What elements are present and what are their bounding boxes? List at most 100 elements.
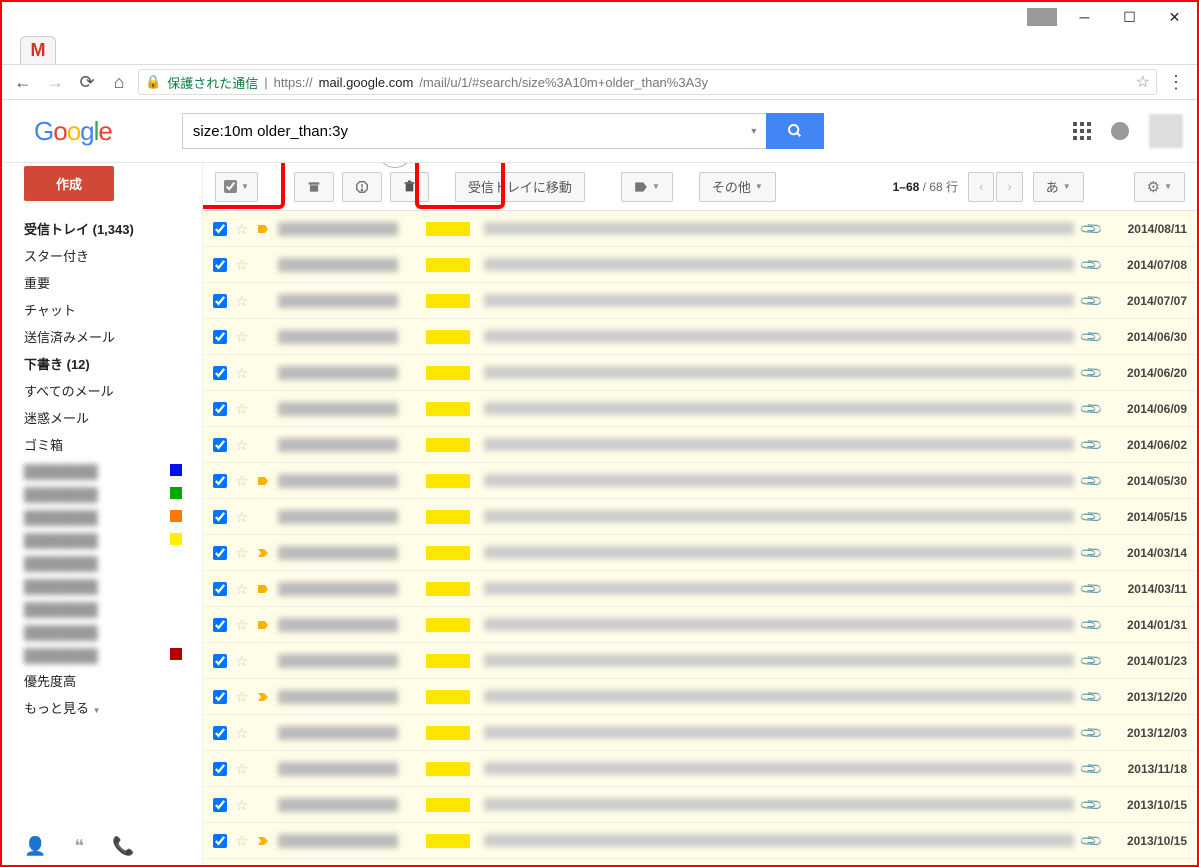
gmail-tab[interactable]: M <box>20 36 56 64</box>
url-field[interactable]: 🔒 保護された通信 | https://mail.google.com/mail… <box>138 69 1157 95</box>
search-options-dropdown[interactable]: ▼ <box>742 113 766 149</box>
mail-row[interactable]: ☆📎2014/06/20 <box>203 355 1197 391</box>
row-checkbox[interactable] <box>213 618 227 632</box>
sidebar-label-blurred[interactable]: ████████ <box>24 621 194 644</box>
sidebar-label-blurred[interactable]: ████████ <box>24 598 194 621</box>
hangouts-icon[interactable]: ❝ <box>74 836 84 857</box>
mail-row[interactable]: ☆📎2013/10/11 <box>203 859 1197 865</box>
more-button[interactable]: その他▼ <box>699 172 776 202</box>
back-button[interactable]: ← <box>10 69 36 95</box>
maximize-button[interactable]: ☐ <box>1107 2 1152 32</box>
reload-button[interactable]: ⟳ <box>74 69 100 95</box>
row-checkbox[interactable] <box>213 762 227 776</box>
mail-row[interactable]: ☆📎2013/10/15 <box>203 787 1197 823</box>
star-icon[interactable]: ☆ <box>235 544 248 562</box>
search-button[interactable] <box>766 113 824 149</box>
sidebar-more[interactable]: もっと見る ▼ <box>24 694 194 721</box>
sidebar-item[interactable]: チャット <box>24 296 194 323</box>
row-checkbox[interactable] <box>213 258 227 272</box>
star-icon[interactable]: ☆ <box>235 796 248 814</box>
sidebar-label-blurred[interactable]: ████████ <box>24 483 194 506</box>
mail-row[interactable]: ☆📎2014/07/08 <box>203 247 1197 283</box>
labels-button[interactable]: ▼ <box>621 172 673 202</box>
star-icon[interactable]: ☆ <box>235 256 248 274</box>
star-icon[interactable]: ☆ <box>235 364 248 382</box>
mail-row[interactable]: ☆📎2014/08/11 <box>203 211 1197 247</box>
mail-row[interactable]: ☆📎2014/06/02 <box>203 427 1197 463</box>
sidebar-priority[interactable]: 優先度高 <box>24 667 194 694</box>
archive-button[interactable] <box>294 172 334 202</box>
row-checkbox[interactable] <box>213 834 227 848</box>
prev-page-button[interactable]: ‹ <box>968 172 994 202</box>
sidebar-label-blurred[interactable]: ████████ <box>24 575 194 598</box>
mail-row[interactable]: ☆📎2013/11/18 <box>203 751 1197 787</box>
person-icon[interactable]: 👤 <box>24 836 46 857</box>
row-checkbox[interactable] <box>213 798 227 812</box>
row-checkbox[interactable] <box>213 690 227 704</box>
mail-row[interactable]: ☆📎2014/03/14 <box>203 535 1197 571</box>
sidebar-label-blurred[interactable]: ████████ <box>24 506 194 529</box>
mail-row[interactable]: ☆📎2013/10/15 <box>203 823 1197 859</box>
sidebar-label-blurred[interactable]: ████████ <box>24 552 194 575</box>
mail-row[interactable]: ☆📎2014/07/07 <box>203 283 1197 319</box>
sidebar-item[interactable]: スター付き <box>24 242 194 269</box>
profile-avatar[interactable] <box>1149 114 1183 148</box>
star-icon[interactable]: ☆ <box>235 688 248 706</box>
bookmark-star-icon[interactable]: ☆ <box>1136 72 1150 92</box>
star-icon[interactable]: ☆ <box>235 652 248 670</box>
phone-icon[interactable]: 📞 <box>112 836 134 857</box>
row-checkbox[interactable] <box>213 474 227 488</box>
star-icon[interactable]: ☆ <box>235 508 248 526</box>
row-checkbox[interactable] <box>213 582 227 596</box>
input-method-button[interactable]: あ▼ <box>1033 172 1084 202</box>
forward-button[interactable]: → <box>42 69 68 95</box>
mail-row[interactable]: ☆📎2014/01/23 <box>203 643 1197 679</box>
close-button[interactable]: ✕ <box>1152 2 1197 32</box>
notifications-icon[interactable] <box>1111 122 1129 140</box>
mail-row[interactable]: ☆📎2013/12/03 <box>203 715 1197 751</box>
mail-row[interactable]: ☆📎2014/01/31 <box>203 607 1197 643</box>
row-checkbox[interactable] <box>213 438 227 452</box>
star-icon[interactable]: ☆ <box>235 760 248 778</box>
mail-row[interactable]: ☆📎2014/03/11 <box>203 571 1197 607</box>
next-page-button[interactable]: › <box>996 172 1022 202</box>
sidebar-item[interactable]: ゴミ箱 <box>24 431 194 458</box>
star-icon[interactable]: ☆ <box>235 220 248 238</box>
google-logo[interactable]: Google <box>34 116 112 147</box>
star-icon[interactable]: ☆ <box>235 328 248 346</box>
mail-row[interactable]: ☆📎2014/05/15 <box>203 499 1197 535</box>
sidebar-item[interactable]: すべてのメール <box>24 377 194 404</box>
mail-row[interactable]: ☆📎2014/06/09 <box>203 391 1197 427</box>
row-checkbox[interactable] <box>213 654 227 668</box>
row-checkbox[interactable] <box>213 330 227 344</box>
sidebar-item[interactable]: 下書き (12) <box>24 350 194 377</box>
row-checkbox[interactable] <box>213 222 227 236</box>
row-checkbox[interactable] <box>213 546 227 560</box>
row-checkbox[interactable] <box>213 366 227 380</box>
spam-button[interactable] <box>342 172 382 202</box>
compose-button[interactable]: 作成 <box>24 166 114 201</box>
star-icon[interactable]: ☆ <box>235 832 248 850</box>
sidebar-item[interactable]: 重要 <box>24 269 194 296</box>
minimize-button[interactable]: ─ <box>1062 2 1107 32</box>
row-checkbox[interactable] <box>213 726 227 740</box>
settings-button[interactable]: ⚙▼ <box>1134 172 1185 202</box>
sidebar-label-blurred[interactable]: ████████ <box>24 644 194 667</box>
star-icon[interactable]: ☆ <box>235 580 248 598</box>
sidebar-item[interactable]: 送信済みメール <box>24 323 194 350</box>
search-input[interactable] <box>182 113 742 149</box>
mail-row[interactable]: ☆📎2014/05/30 <box>203 463 1197 499</box>
apps-grid-icon[interactable] <box>1073 122 1091 140</box>
star-icon[interactable]: ☆ <box>235 472 248 490</box>
sidebar-item[interactable]: 受信トレイ (1,343) <box>24 215 194 242</box>
browser-menu-button[interactable]: ⋮ <box>1163 72 1189 93</box>
row-checkbox[interactable] <box>213 510 227 524</box>
star-icon[interactable]: ☆ <box>235 724 248 742</box>
row-checkbox[interactable] <box>213 294 227 308</box>
sidebar-label-blurred[interactable]: ████████ <box>24 529 194 552</box>
star-icon[interactable]: ☆ <box>235 616 248 634</box>
row-checkbox[interactable] <box>213 402 227 416</box>
sidebar-item[interactable]: 迷惑メール <box>24 404 194 431</box>
star-icon[interactable]: ☆ <box>235 400 248 418</box>
home-button[interactable]: ⌂ <box>106 69 132 95</box>
